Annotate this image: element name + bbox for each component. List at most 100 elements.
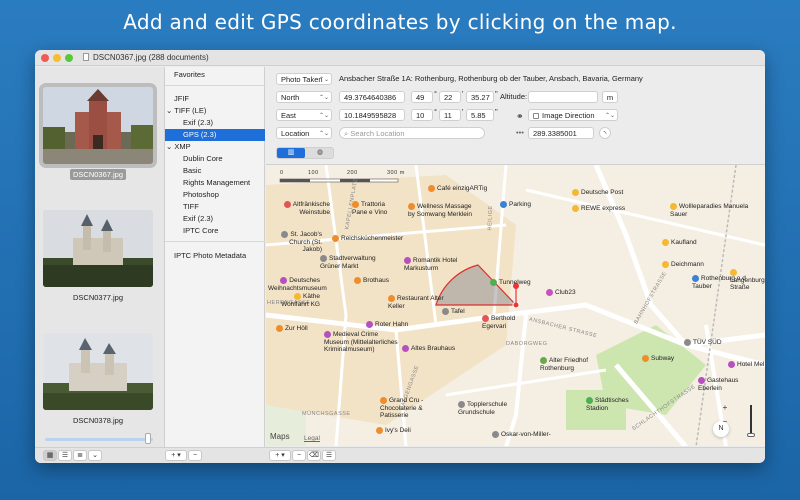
checkbox-icon[interactable] — [533, 113, 539, 120]
longitude-minutes-field[interactable]: 11 — [439, 109, 461, 121]
map-poi[interactable]: Berthold Egervari — [482, 315, 518, 330]
zoom-out-button[interactable]: − — [718, 415, 732, 429]
search-location-input[interactable]: ⌕ Search Location — [339, 127, 485, 139]
map-poi[interactable]: Deutsche Post — [572, 189, 623, 197]
map-poi[interactable]: Altes Brauhaus — [402, 345, 455, 353]
longitude-ref-popup[interactable]: East — [276, 109, 332, 121]
map-poi[interactable]: Roter Hahn — [366, 321, 408, 329]
tree-item-basic[interactable]: Basic — [165, 165, 265, 177]
thumbnail-item[interactable]: DSCN0378.jpg — [43, 333, 153, 425]
zoom-window-button[interactable] — [65, 54, 73, 62]
menu-icon[interactable]: ☰ — [322, 450, 336, 461]
thumbnail-size-slider-knob[interactable] — [145, 433, 151, 444]
map-poi[interactable]: Restaurant Alter Keller — [388, 295, 448, 310]
tree-item-xmp[interactable]: ⌄ XMP — [165, 141, 265, 153]
tree-item-favorites[interactable]: Favorites — [165, 69, 265, 81]
map-poi[interactable]: Zur Höll — [276, 325, 308, 333]
globe-view-icon[interactable]: ◍ — [306, 148, 334, 158]
close-window-button[interactable] — [41, 54, 49, 62]
map-view[interactable]: 0 100 200 300 m ANSBACHER STRASSE BAHNHO… — [266, 164, 765, 446]
map-poi[interactable]: Städtisches Stadion — [586, 397, 636, 412]
longitude-degrees-field[interactable]: 10 — [411, 109, 433, 121]
map-poi[interactable]: Reichsküchenmeister — [332, 235, 403, 243]
date-source-popup[interactable]: Photo Taken — [276, 73, 332, 85]
image-direction-popup[interactable]: Image Direction — [528, 109, 618, 121]
map-poi[interactable]: Grand Cru - Chocolaterie & Patisserie — [380, 397, 442, 420]
legal-link[interactable]: Legal — [304, 435, 320, 443]
map-poi[interactable]: Club23 — [546, 289, 576, 297]
map-poi[interactable]: Käthe Wohlfahrt KG — [268, 293, 320, 308]
tree-item-jfif[interactable]: JFIF — [165, 93, 265, 105]
map-poi[interactable]: Altfränkische Weinstube — [268, 201, 330, 216]
view-options-chevron-icon[interactable]: ⌄ — [88, 450, 102, 461]
map-poi[interactable]: TÜV SÜD — [684, 339, 722, 347]
tree-item-photoshop[interactable]: Photoshop — [165, 189, 265, 201]
add-metadata-button[interactable]: + ▾ — [165, 450, 187, 461]
tree-item-iptc-photo[interactable]: IPTC Photo Metadata — [165, 250, 265, 262]
trash-icon[interactable]: ⌫ — [307, 450, 321, 461]
map-poi[interactable]: Gastehaus Eberlein — [698, 377, 758, 392]
list-view-icon[interactable]: ☰ — [58, 450, 72, 461]
disclosure-chevron-icon[interactable]: ⌄ — [166, 106, 174, 115]
direction-field[interactable]: 289.3385001 — [528, 127, 594, 139]
tree-item-iptc-core[interactable]: IPTC Core — [165, 225, 265, 237]
remove-metadata-button[interactable]: − — [188, 450, 202, 461]
map-poi[interactable]: Trattoria Pane e Vino — [352, 201, 400, 216]
map-poi[interactable]: Alter Friedhof Rothenburg — [540, 357, 600, 372]
longitude-seconds-field[interactable]: 5.85 — [466, 109, 494, 121]
column-view-icon[interactable]: ≣ — [73, 450, 87, 461]
map-poi[interactable]: Topplerschule Grundschule — [458, 401, 520, 416]
map-poi[interactable]: Wollleparadies Manuela Sauer — [670, 203, 750, 218]
minimize-window-button[interactable] — [53, 54, 61, 62]
street-label: MÜNCHSGASSE — [302, 411, 351, 417]
tree-item-rights[interactable]: Rights Management — [165, 177, 265, 189]
remove-location-button[interactable]: − — [292, 450, 306, 461]
tree-item-gps[interactable]: GPS (2.3) — [165, 129, 265, 141]
map-poi[interactable]: Parking — [500, 201, 531, 209]
location-popup[interactable]: Location — [276, 127, 332, 139]
map-poi[interactable]: Medieval Crime Museum (Mittelalterliches… — [324, 331, 404, 354]
direction-dial-icon[interactable]: ◝ — [599, 127, 611, 139]
thumbnail-item[interactable]: DSCN0377.jpg — [43, 210, 153, 302]
link-icon[interactable]: ⚭ — [516, 110, 524, 122]
map-poi[interactable]: Hotel Mel — [728, 361, 764, 369]
latitude-seconds-field[interactable]: 35.27 — [466, 91, 494, 103]
map-poi[interactable]: Tafel — [442, 308, 465, 316]
map-poi[interactable]: Deichmann — [662, 261, 704, 269]
scale-label: 100 — [308, 170, 319, 176]
map-poi[interactable]: Brothaus — [354, 277, 389, 285]
map-poi[interactable]: Café einzigARTig — [428, 185, 487, 193]
tree-item-exif[interactable]: Exif (2.3) — [165, 117, 265, 129]
grid-view-icon[interactable]: ▦ — [43, 450, 57, 461]
map-poi[interactable]: Romantik Hotel Markusturm — [404, 257, 474, 272]
map-poi[interactable]: Deutsches Weihnachtsmuseum — [268, 277, 327, 292]
map-poi[interactable]: Kaufland — [662, 239, 697, 247]
map-poi[interactable]: Stadtverwaltung Grüner Markt — [320, 255, 390, 270]
latitude-ref-popup[interactable]: North — [276, 91, 332, 103]
map-poi[interactable]: REWE express — [572, 205, 625, 213]
tree-item-dublin-core[interactable]: Dublin Core — [165, 153, 265, 165]
longitude-decimal-field[interactable]: 10.1849595828 — [339, 109, 405, 121]
latitude-decimal-field[interactable]: 49.3764640386 — [339, 91, 405, 103]
thumbnail-item[interactable]: DSCN0367.jpg — [39, 83, 157, 180]
add-location-button[interactable]: + ▾ — [269, 450, 291, 461]
thumbnail-size-slider[interactable] — [45, 438, 153, 441]
zoom-in-button[interactable]: + — [718, 401, 732, 415]
map-poi[interactable]: Langenburger Straße — [730, 269, 765, 292]
zoom-slider[interactable] — [750, 405, 752, 435]
zoom-slider-knob[interactable] — [747, 433, 755, 437]
tree-item-tiff[interactable]: TIFF — [165, 201, 265, 213]
map-poi[interactable]: Tunnelweg — [490, 279, 531, 287]
map-poi[interactable]: Ivy's Deli — [376, 427, 411, 435]
latitude-minutes-field[interactable]: 22 — [439, 91, 461, 103]
latitude-degrees-field[interactable]: 49 — [411, 91, 433, 103]
tree-item-exif-xmp[interactable]: Exif (2.3) — [165, 213, 265, 225]
altitude-field[interactable] — [528, 91, 598, 103]
map-poi[interactable]: Subway — [642, 355, 674, 363]
map-poi[interactable]: St. Jacob's Church (St. Jakob) — [268, 231, 322, 254]
tree-item-tiff-le[interactable]: ⌄ TIFF (LE) — [165, 105, 265, 117]
map-poi[interactable]: Wellness Massage by Somwang Merklein — [408, 203, 478, 218]
map-view-icon[interactable]: ▥ — [277, 148, 305, 158]
map-poi[interactable]: Oskar-von-Miller- — [492, 431, 551, 439]
altitude-unit-button[interactable]: m — [602, 91, 618, 103]
